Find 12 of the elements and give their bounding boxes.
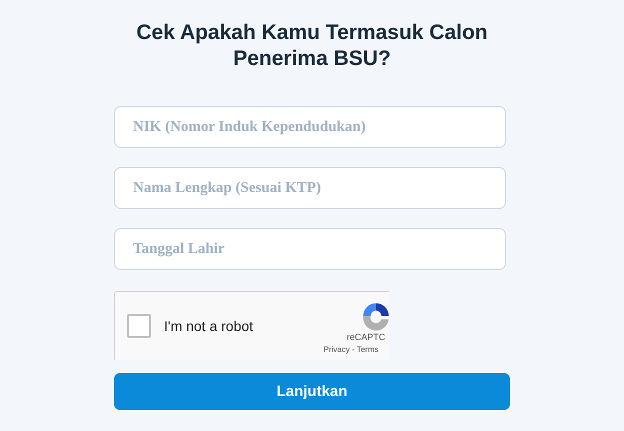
privacy-link[interactable]: Privacy [324, 345, 350, 354]
input-field[interactable]: NIK (Nomor Induk Kependudukan) [114, 106, 506, 148]
checkbox[interactable] [127, 314, 151, 338]
separator: - [352, 345, 355, 354]
captcha-label: I'm not a robot [164, 318, 254, 334]
recaptcha-label: reCAPTC [346, 332, 386, 342]
input-field[interactable]: Nama Lengkap (Sesuai KTP) [114, 167, 506, 209]
terms-link[interactable]: Terms [356, 345, 378, 354]
input-field[interactable]: Tanggal Lahir [114, 228, 506, 270]
recaptcha-logo-icon [360, 300, 389, 332]
submit-button[interactable]: Lanjutkan [114, 373, 510, 410]
form-title: Cek Apakah Kamu Termasuk Calon Penerima BSU? [135, 20, 489, 72]
